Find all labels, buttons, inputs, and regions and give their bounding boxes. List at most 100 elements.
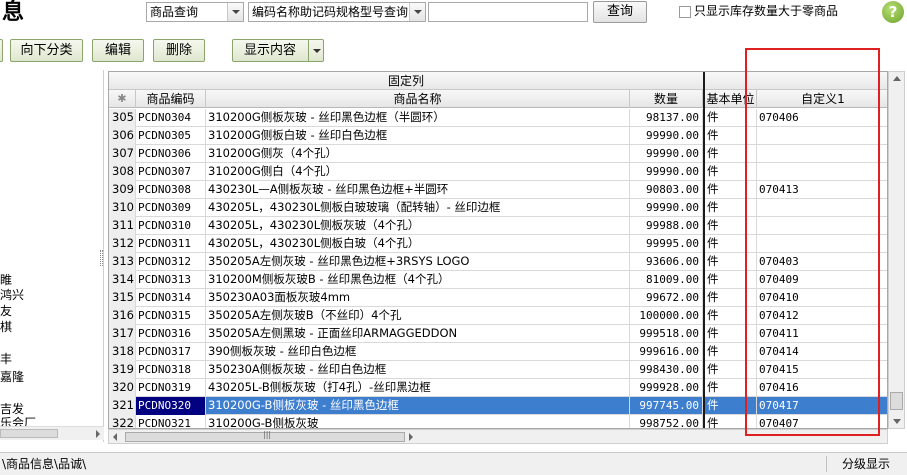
unit-cell[interactable]: 件 xyxy=(705,109,757,127)
quantity-cell[interactable]: 999616.00 xyxy=(630,343,703,361)
product-code-cell[interactable]: PCDNO320 xyxy=(136,397,206,415)
row-number[interactable]: 312 xyxy=(109,235,136,253)
unit-cell[interactable]: 件 xyxy=(705,145,757,163)
column-header-code[interactable]: 商品编码 xyxy=(136,90,206,108)
table-row[interactable]: 306 PCDNO305 310200G侧板白玻 - 丝印白色边框 99990.00 件 xyxy=(109,127,887,145)
unit-cell[interactable]: 件 xyxy=(705,253,757,271)
product-name-cell[interactable]: 350205A左侧灰玻B（不丝印）4个孔 xyxy=(206,307,630,325)
product-code-cell[interactable]: PCDNO304 xyxy=(136,109,206,127)
tree-item[interactable]: 棋 xyxy=(0,320,12,334)
product-name-cell[interactable]: 430230L—A侧板灰玻 - 丝印黑色边框+半圆环 xyxy=(206,181,630,199)
custom1-cell[interactable]: 070416 xyxy=(757,379,887,397)
delete-button[interactable]: 删除 xyxy=(153,39,205,62)
tree-horizontal-scrollbar[interactable] xyxy=(0,426,104,440)
unit-cell[interactable]: 件 xyxy=(705,397,757,415)
quantity-cell[interactable]: 98137.00 xyxy=(630,109,703,127)
custom1-cell[interactable]: 070417 xyxy=(757,397,887,415)
scroll-down-icon[interactable] xyxy=(893,419,901,424)
quantity-cell[interactable]: 99990.00 xyxy=(630,145,703,163)
custom1-cell[interactable]: 070410 xyxy=(757,289,887,307)
table-row[interactable]: 309 PCDNO308 430230L—A侧板灰玻 - 丝印黑色边框+半圆环 908… xyxy=(109,181,887,199)
scrollbar-thumb[interactable] xyxy=(0,429,58,438)
row-number[interactable]: 313 xyxy=(109,253,136,271)
quantity-cell[interactable]: 100000.00 xyxy=(630,307,703,325)
grid-horizontal-scrollbar[interactable]: ||| xyxy=(108,429,888,444)
product-code-cell[interactable]: PCDNO308 xyxy=(136,181,206,199)
custom1-cell[interactable]: 070409 xyxy=(757,271,887,289)
custom1-cell[interactable]: 070413 xyxy=(757,181,887,199)
stock-filter-checkbox[interactable] xyxy=(679,6,691,18)
column-header-name[interactable]: 商品名称 xyxy=(206,90,630,108)
custom1-cell[interactable]: 070403 xyxy=(757,253,887,271)
table-row[interactable]: 308 PCDNO307 310200G侧白（4个孔） 99990.00 件 xyxy=(109,163,887,181)
scroll-right-icon[interactable] xyxy=(96,430,100,438)
row-number[interactable]: 316 xyxy=(109,307,136,325)
custom1-cell[interactable] xyxy=(757,145,887,163)
table-row[interactable]: 322 PCDNO321 310200G-B侧板灰玻 998752.00 件 070407 xyxy=(109,415,887,428)
display-content-button[interactable]: 显示内容 xyxy=(232,39,324,62)
product-code-cell[interactable]: PCDNO312 xyxy=(136,253,206,271)
row-number[interactable]: 319 xyxy=(109,361,136,379)
table-row[interactable]: 321 PCDNO320 310200G-B侧板灰玻 - 丝印黑色边框 997745.… xyxy=(109,397,887,415)
quantity-cell[interactable]: 999928.00 xyxy=(630,379,703,397)
product-code-cell[interactable]: PCDNO306 xyxy=(136,145,206,163)
edit-button[interactable]: 编辑 xyxy=(92,39,144,62)
product-code-cell[interactable]: PCDNO310 xyxy=(136,217,206,235)
table-row[interactable]: 319 PCDNO318 350230A侧板灰玻 - 丝印白色边框 998430.00… xyxy=(109,361,887,379)
product-name-cell[interactable]: 350205A左侧灰玻 - 丝印黑色边框+3RSYS LOGO xyxy=(206,253,630,271)
tree-item[interactable]: 吉发 xyxy=(0,402,24,416)
quantity-cell[interactable]: 81009.00 xyxy=(630,271,703,289)
table-row[interactable]: 320 PCDNO319 430205L-B侧板灰玻（打4孔）-丝印黑边框 99992… xyxy=(109,379,887,397)
table-row[interactable]: 314 PCDNO313 310200M侧板灰玻B - 丝印黑色边框（4个孔） 810… xyxy=(109,271,887,289)
unit-cell[interactable]: 件 xyxy=(705,415,757,428)
table-row[interactable]: 307 PCDNO306 310200G侧灰（4个孔） 99990.00 件 xyxy=(109,145,887,163)
query-button[interactable]: 查询 xyxy=(593,1,647,23)
tree-item[interactable]: 鸿兴 xyxy=(0,288,24,302)
product-code-cell[interactable]: PCDNO307 xyxy=(136,163,206,181)
unit-cell[interactable]: 件 xyxy=(705,325,757,343)
product-code-cell[interactable]: PCDNO313 xyxy=(136,271,206,289)
down-category-button[interactable]: 向下分类 xyxy=(10,39,83,62)
help-icon[interactable]: ? xyxy=(882,1,904,23)
chevron-down-icon[interactable] xyxy=(227,3,243,21)
query-field-select[interactable]: 编码名称助记码规格型号查询 xyxy=(248,2,426,22)
query-mode-select[interactable]: 商品查询 xyxy=(146,2,244,22)
quantity-cell[interactable]: 997745.00 xyxy=(630,397,703,415)
product-name-cell[interactable]: 350230A03面板灰玻4mm xyxy=(206,289,630,307)
product-code-cell[interactable]: PCDNO309 xyxy=(136,199,206,217)
column-header-unit[interactable]: 基本单位 xyxy=(705,90,757,108)
row-number[interactable]: 310 xyxy=(109,199,136,217)
quantity-cell[interactable]: 998752.00 xyxy=(630,415,703,428)
scrollbar-thumb[interactable] xyxy=(890,392,903,410)
row-number[interactable]: 318 xyxy=(109,343,136,361)
custom1-cell[interactable]: 070412 xyxy=(757,307,887,325)
quantity-cell[interactable]: 90803.00 xyxy=(630,181,703,199)
unit-cell[interactable]: 件 xyxy=(705,235,757,253)
row-number[interactable]: 315 xyxy=(109,289,136,307)
product-name-cell[interactable]: 310200G侧板白玻 - 丝印白色边框 xyxy=(206,127,630,145)
row-number[interactable]: 307 xyxy=(109,145,136,163)
search-input[interactable] xyxy=(428,2,588,22)
product-name-cell[interactable]: 430205L，430230L侧板白玻玻璃（配转轴）- 丝印边框 xyxy=(206,199,630,217)
hidden-toolbar-button[interactable] xyxy=(0,39,3,62)
product-code-cell[interactable]: PCDNO319 xyxy=(136,379,206,397)
table-row[interactable]: 312 PCDNO311 430205L，430230L侧板白玻（4个孔） 99995… xyxy=(109,235,887,253)
quantity-cell[interactable]: 99990.00 xyxy=(630,163,703,181)
quantity-cell[interactable]: 99995.00 xyxy=(630,235,703,253)
column-header-quantity[interactable]: 数量 xyxy=(630,90,703,108)
unit-cell[interactable]: 件 xyxy=(705,127,757,145)
product-code-cell[interactable]: PCDNO318 xyxy=(136,361,206,379)
product-name-cell[interactable]: 310200G-B侧板灰玻 xyxy=(206,415,630,428)
table-row[interactable]: 317 PCDNO316 350205A左侧黑玻 - 正面丝印ARMAGGEDDON… xyxy=(109,325,887,343)
custom1-cell[interactable] xyxy=(757,127,887,145)
custom1-cell[interactable]: 070407 xyxy=(757,415,887,428)
custom1-cell[interactable]: 070414 xyxy=(757,343,887,361)
custom1-cell[interactable] xyxy=(757,163,887,181)
product-name-cell[interactable]: 430205L-B侧板灰玻（打4孔）-丝印黑边框 xyxy=(206,379,630,397)
product-name-cell[interactable]: 430205L，430230L侧板灰玻（4个孔） xyxy=(206,217,630,235)
product-name-cell[interactable]: 430205L，430230L侧板白玻（4个孔） xyxy=(206,235,630,253)
table-row[interactable]: 313 PCDNO312 350205A左侧灰玻 - 丝印黑色边框+3RSYS LO… xyxy=(109,253,887,271)
product-name-cell[interactable]: 350230A侧板灰玻 - 丝印白色边框 xyxy=(206,361,630,379)
unit-cell[interactable]: 件 xyxy=(705,271,757,289)
unit-cell[interactable]: 件 xyxy=(705,379,757,397)
